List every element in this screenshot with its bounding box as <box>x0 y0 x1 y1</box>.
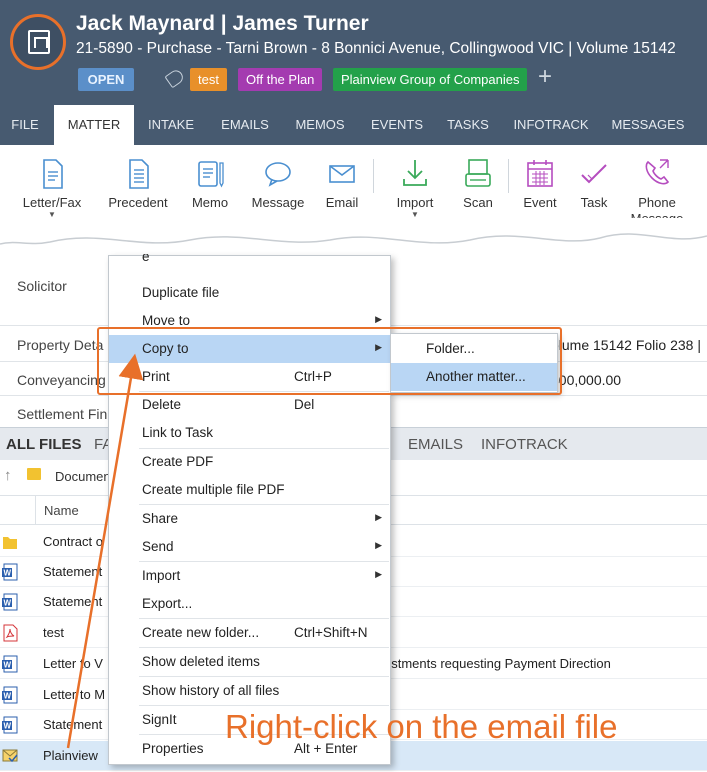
tab-file[interactable]: FILE <box>0 105 50 145</box>
svg-text:W: W <box>4 692 12 701</box>
menu-link-to-task[interactable]: Link to Task <box>109 419 390 447</box>
calendar-icon <box>525 157 555 191</box>
tab-infotrack[interactable]: INFOTRACK <box>508 105 594 145</box>
menu-show-deleted[interactable]: Show deleted items <box>109 648 390 676</box>
precedent-icon <box>123 157 153 191</box>
word-document-icon: W <box>2 655 18 673</box>
up-arrow-icon[interactable]: ↑ <box>4 467 12 484</box>
menu-create-pdf[interactable]: Create PDF <box>109 448 390 476</box>
message-icon <box>263 157 293 191</box>
menu-export[interactable]: Export... <box>109 590 390 618</box>
torn-edge <box>0 218 707 245</box>
tab-matter[interactable]: MATTER <box>54 105 134 145</box>
tab-events[interactable]: EVENTS <box>366 105 428 145</box>
email-button[interactable]: Email <box>320 157 364 211</box>
phone-icon <box>642 157 672 191</box>
submenu-arrow-icon: ▶ <box>375 314 382 324</box>
svg-text:W: W <box>4 722 12 731</box>
menu-create-multiple-pdf[interactable]: Create multiple file PDF <box>109 476 390 504</box>
menu-create-new-folder[interactable]: Create new folder... Ctrl+Shift+N <box>109 619 390 647</box>
matter-header: Jack Maynard | James Turner 21-5890 - Pu… <box>0 0 707 105</box>
checkmark-icon <box>579 157 609 191</box>
tag-icon[interactable] <box>164 67 186 89</box>
import-button[interactable]: Import ▼ <box>388 157 442 219</box>
tag-off-the-plan[interactable]: Off the Plan <box>238 68 323 91</box>
folder-icon <box>27 468 41 480</box>
tab-emails[interactable]: EMAILS <box>212 105 278 145</box>
svg-text:W: W <box>4 661 12 670</box>
ribbon-divider <box>373 159 374 193</box>
tab-tasks[interactable]: TASKS <box>440 105 496 145</box>
phone-message-button[interactable]: Phone Message <box>626 157 688 227</box>
memo-button[interactable]: Memo <box>184 157 236 211</box>
precedent-button[interactable]: Precedent <box>104 157 172 211</box>
memo-icon <box>195 157 225 191</box>
menu-send[interactable]: Send ▶ <box>109 533 390 561</box>
word-document-icon: W <box>2 716 18 734</box>
tab-all-files[interactable]: ALL FILES <box>6 436 82 453</box>
menu-show-history[interactable]: Show history of all files <box>109 677 390 705</box>
download-icon <box>400 157 430 191</box>
message-button[interactable]: Message <box>248 157 308 211</box>
word-document-icon: W <box>2 686 18 704</box>
matter-subtitle: 21-5890 - Purchase - Tarni Brown - 8 Bon… <box>76 40 676 57</box>
tag-plainview[interactable]: Plainview Group of Companies <box>333 68 528 91</box>
submenu-arrow-icon: ▶ <box>375 569 382 579</box>
menu-share[interactable]: Share ▶ <box>109 505 390 533</box>
tab-intake[interactable]: INTAKE <box>138 105 204 145</box>
callout-highlight-box <box>97 327 562 395</box>
main-tabs: FILE MATTER INTAKE EMAILS MEMOS EVENTS T… <box>0 105 707 145</box>
breadcrumb-folder[interactable]: Documen <box>55 469 111 484</box>
tab-messages[interactable]: MESSAGES <box>606 105 690 145</box>
letter-icon <box>37 157 67 191</box>
add-tag-button[interactable]: + <box>538 63 552 91</box>
event-button[interactable]: Event <box>518 157 562 211</box>
tag-test[interactable]: test <box>190 68 227 91</box>
ribbon-divider <box>508 159 509 193</box>
matter-icon <box>10 14 66 70</box>
letter-fax-button[interactable]: Letter/Fax ▼ <box>18 157 86 219</box>
task-button[interactable]: Task <box>574 157 614 211</box>
tab-files-infotrack[interactable]: INFOTRACK <box>481 436 568 453</box>
scanner-icon <box>463 157 493 191</box>
status-badge[interactable]: OPEN <box>78 68 134 91</box>
annotation-text: Right-click on the email file <box>225 708 618 745</box>
column-name[interactable]: Name <box>44 503 79 518</box>
word-document-icon: W <box>2 593 18 611</box>
submenu-arrow-icon: ▶ <box>375 512 382 522</box>
submenu-arrow-icon: ▶ <box>375 540 382 550</box>
folder-icon <box>2 533 18 551</box>
email-file-icon <box>2 747 18 765</box>
word-document-icon: W <box>2 563 18 581</box>
scan-button[interactable]: Scan <box>456 157 500 211</box>
envelope-icon <box>327 157 357 191</box>
pdf-icon <box>2 624 18 642</box>
svg-text:W: W <box>4 569 12 578</box>
tab-memos[interactable]: MEMOS <box>288 105 352 145</box>
matter-title: Jack Maynard | James Turner <box>76 12 369 35</box>
menu-import[interactable]: Import ▶ <box>109 562 390 590</box>
menu-delete[interactable]: Delete Del <box>109 391 390 419</box>
tab-files-emails[interactable]: EMAILS <box>408 436 463 453</box>
menu-duplicate-file[interactable]: Duplicate file <box>109 279 390 307</box>
svg-text:W: W <box>4 599 12 608</box>
